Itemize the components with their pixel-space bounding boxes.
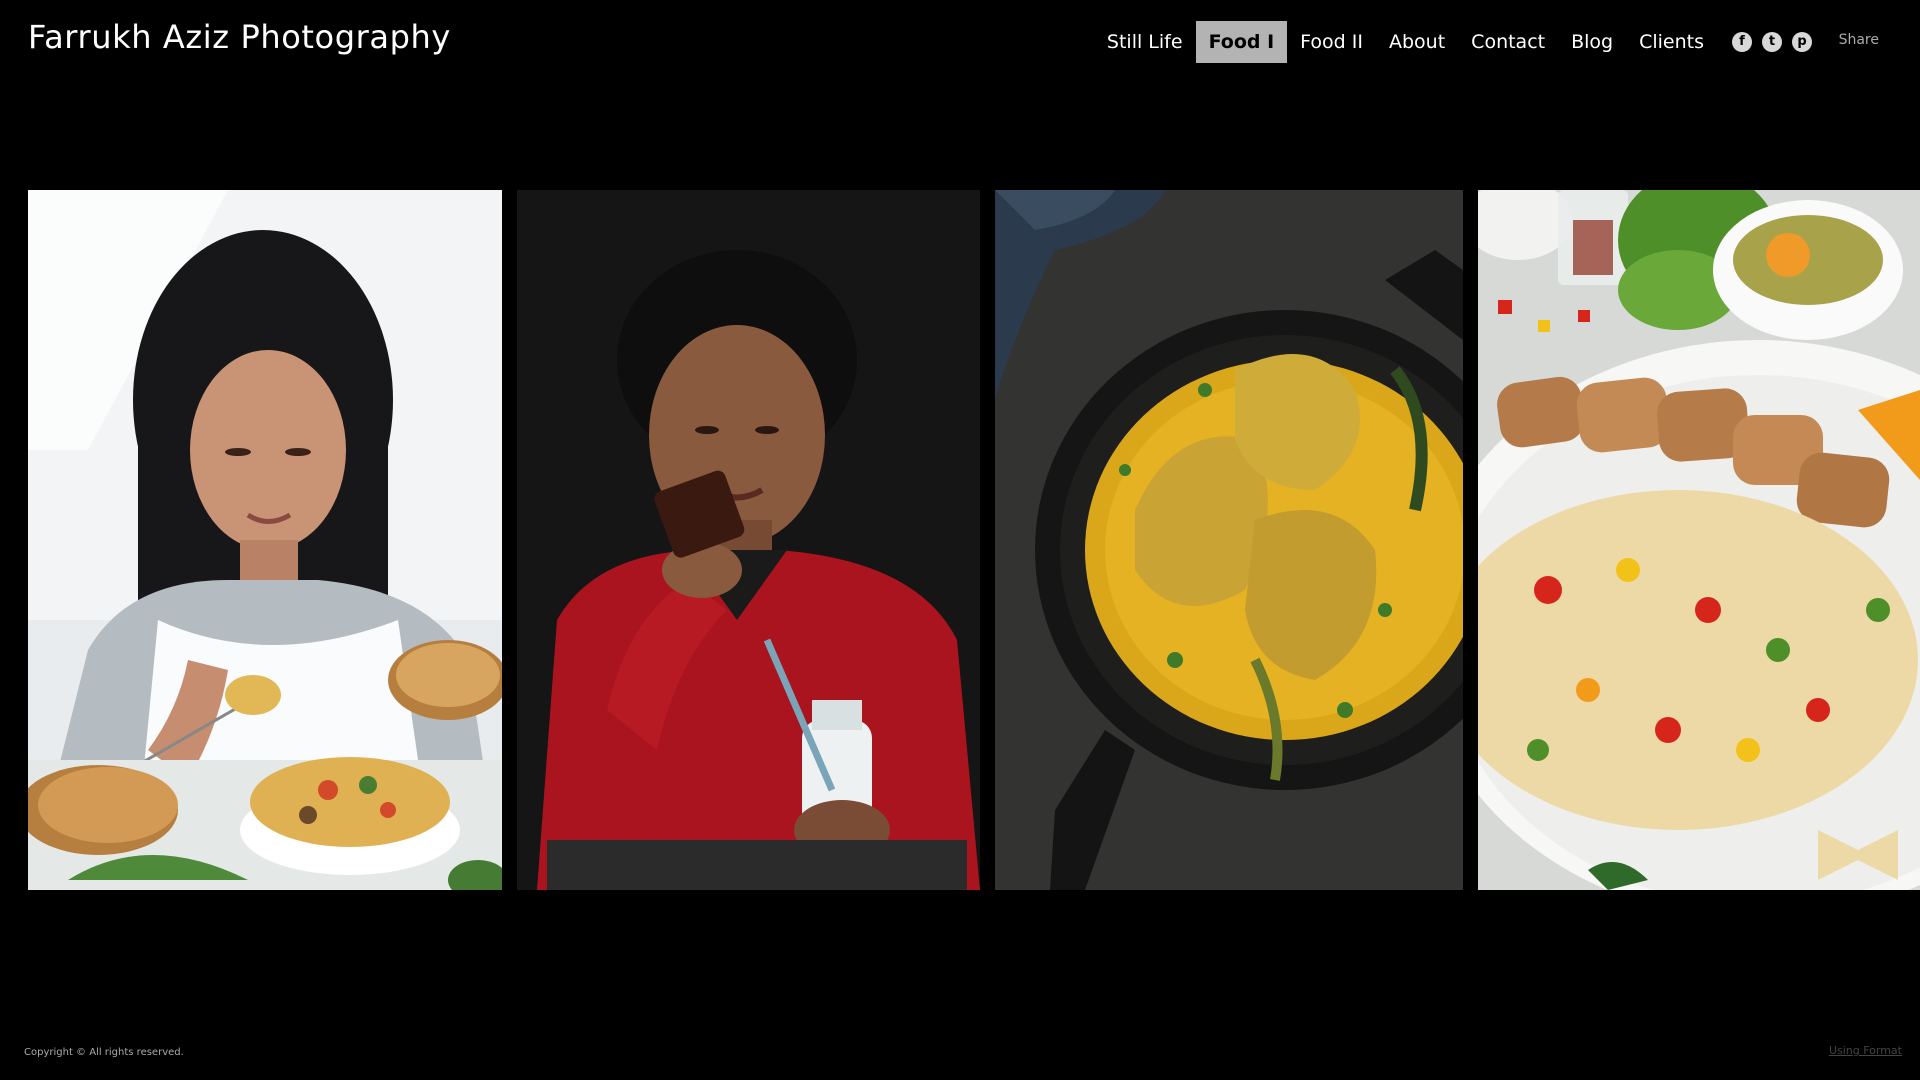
photo-girl-eating-pasta-image [28,190,502,890]
nav-item-contact[interactable]: Contact [1458,21,1558,63]
share-link[interactable]: Share [1839,32,1879,48]
using-format-link[interactable]: Using Format [1829,1044,1902,1057]
nav-item-food-i[interactable]: Food I [1195,21,1288,63]
nav-item-about[interactable]: About [1376,21,1458,63]
site-title[interactable]: Farrukh Aziz Photography [28,18,451,56]
photo-fish-curry-skillet[interactable] [995,190,1463,890]
photo-chicken-pasta-salad-image [1478,190,1920,890]
page: Farrukh Aziz Photography Still Life Food… [0,0,1920,1080]
photo-girl-eating-pasta[interactable] [28,190,502,890]
photo-gallery [28,190,1920,890]
photo-chicken-pasta-salad[interactable] [1478,190,1920,890]
pinterest-icon[interactable]: p [1792,32,1812,52]
social-links: f t p [1732,32,1812,52]
photo-boy-eating-cake[interactable] [517,190,980,890]
facebook-icon[interactable]: f [1732,32,1752,52]
photo-fish-curry-skillet-image [995,190,1463,890]
nav-item-food-ii[interactable]: Food II [1287,21,1376,63]
nav-item-clients[interactable]: Clients [1626,21,1717,63]
nav-item-blog[interactable]: Blog [1558,21,1626,63]
main-nav: Still Life Food I Food II About Contact … [1094,21,1812,63]
photo-boy-eating-cake-image [517,190,980,890]
twitter-icon[interactable]: t [1762,32,1782,52]
nav-item-still-life[interactable]: Still Life [1094,21,1196,63]
copyright-text: Copyright © All rights reserved. [24,1047,184,1058]
